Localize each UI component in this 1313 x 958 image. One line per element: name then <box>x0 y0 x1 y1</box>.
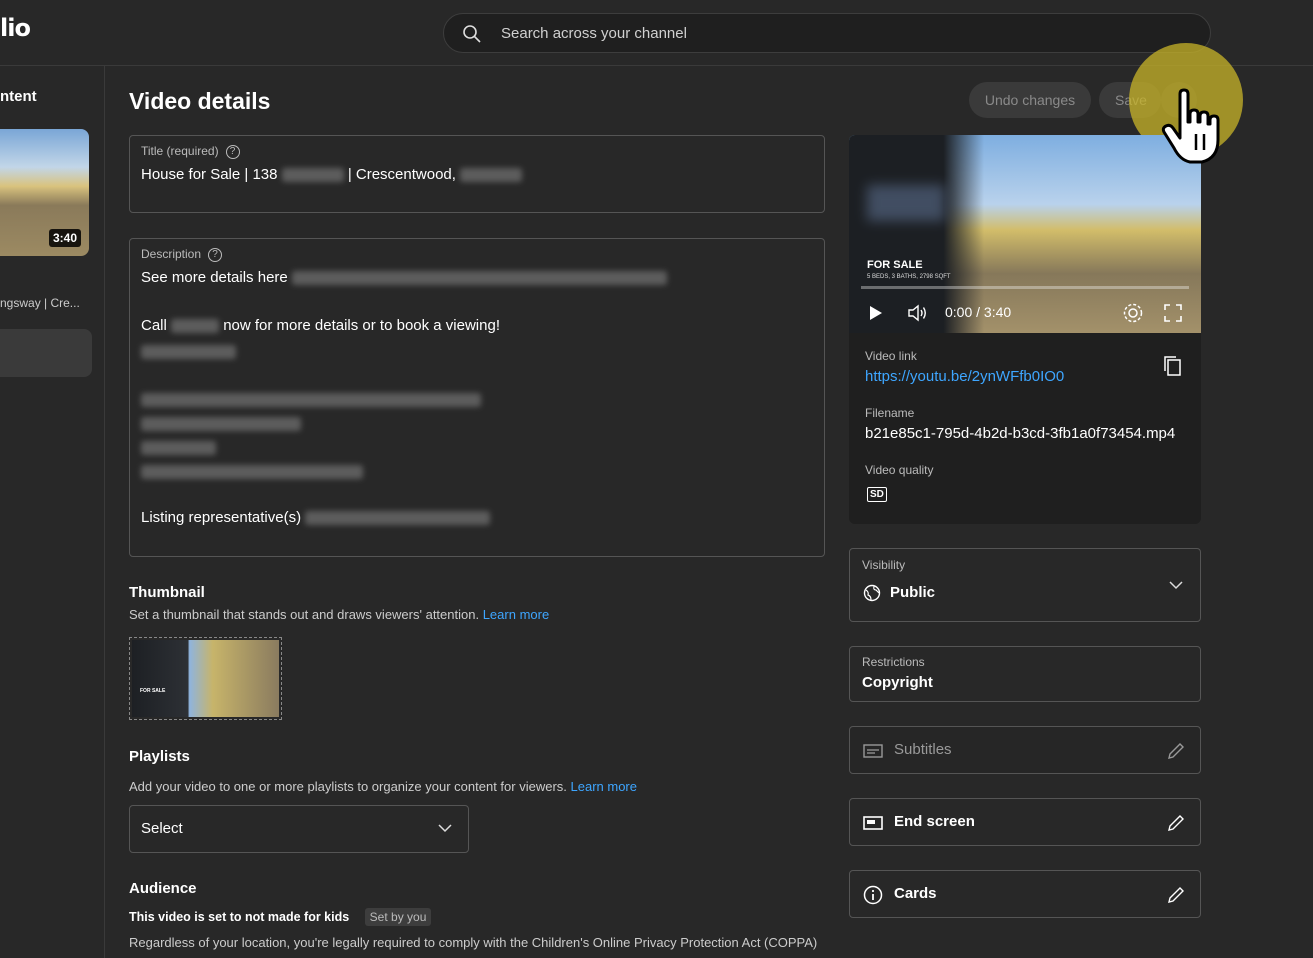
redacted-text <box>141 416 301 431</box>
undo-changes-button[interactable]: Undo changes <box>969 82 1091 118</box>
hand-cursor-icon <box>1161 88 1220 164</box>
redacted-text <box>291 271 667 286</box>
thumbnail-overlay-text: FOR SALE <box>140 688 166 694</box>
thumbnail-option[interactable]: FOR SALE <box>129 637 282 720</box>
set-by-you-badge: Set by you <box>364 908 432 926</box>
filename-label: Filename <box>865 406 915 420</box>
end-screen-card[interactable]: End screen <box>849 798 1201 846</box>
sidebar: ntent 3:40 ngsway | Cre... <box>0 66 105 958</box>
redacted-text <box>141 392 481 407</box>
restrictions-label: Restrictions <box>862 655 925 669</box>
video-link-label: Video link <box>865 349 917 363</box>
description-line-2a: Call <box>141 317 167 334</box>
settings-gear-icon[interactable] <box>1122 302 1144 324</box>
audience-status: This video is set to not made for kids <box>129 910 350 924</box>
audience-heading: Audience <box>129 880 197 897</box>
description-field[interactable]: Description? See more details here Call … <box>129 238 825 557</box>
sidebar-video-thumbnail[interactable]: 3:40 <box>0 129 89 256</box>
video-quality-label: Video quality <box>865 463 934 477</box>
playlists-heading: Playlists <box>129 748 190 765</box>
chevron-down-icon <box>438 824 452 833</box>
visibility-dropdown[interactable]: Visibility Public <box>849 548 1201 622</box>
thumbnail-description: Set a thumbnail that stands out and draw… <box>129 607 480 622</box>
search-bar[interactable]: Search across your channel <box>443 13 1211 53</box>
video-overlay-title: FOR SALE <box>867 259 923 271</box>
video-player[interactable]: FOR SALE 5 BEDS, 3 BATHS, 2798 SQFT 0:00… <box>849 135 1201 333</box>
playlist-select-value: Select <box>141 820 183 837</box>
sidebar-video-title: ngsway | Cre... <box>0 296 80 310</box>
edit-pencil-icon[interactable] <box>1166 741 1186 761</box>
audience-notice: Regardless of your location, you're lega… <box>129 935 818 950</box>
filename-value: b21e85c1-795d-4b2d-b3cd-3fb1a0f73454.mp4 <box>865 425 1176 442</box>
cards-label: Cards <box>894 885 937 902</box>
title-field[interactable]: Title (required)? House for Sale | 138 |… <box>129 135 825 213</box>
redacted-text <box>305 511 491 526</box>
end-screen-icon <box>863 816 883 830</box>
redacted-text <box>460 168 523 183</box>
thumbnail-heading: Thumbnail <box>129 584 205 601</box>
help-icon[interactable]: ? <box>208 247 223 262</box>
fullscreen-icon[interactable] <box>1164 304 1182 322</box>
sd-quality-badge: SD <box>867 487 887 502</box>
redacted-text <box>171 319 220 334</box>
search-icon <box>463 25 481 43</box>
chevron-down-icon <box>1169 581 1183 590</box>
description-label: Description <box>141 247 202 261</box>
edit-pencil-icon[interactable] <box>1166 813 1186 833</box>
sidebar-item-details[interactable] <box>0 329 92 377</box>
title-text-1: House for Sale | 138 <box>141 166 278 183</box>
playlist-select[interactable]: Select <box>129 805 469 853</box>
play-icon[interactable] <box>869 305 883 321</box>
playlists-learn-more-link[interactable]: Learn more <box>571 779 637 794</box>
progress-bar[interactable] <box>861 286 1189 289</box>
subtitles-card[interactable]: Subtitles <box>849 726 1201 774</box>
sidebar-title: ntent <box>0 88 37 105</box>
end-screen-label: End screen <box>894 813 975 830</box>
info-icon <box>863 885 883 905</box>
subtitles-icon <box>863 744 883 758</box>
edit-pencil-icon[interactable] <box>1166 885 1186 905</box>
cards-card[interactable]: Cards <box>849 870 1201 918</box>
redacted-text <box>281 168 344 183</box>
playlists-description: Add your video to one or more playlists … <box>129 779 567 794</box>
title-text-2: | Crescentwood, <box>347 166 456 183</box>
search-input[interactable]: Search across your channel <box>501 25 687 42</box>
description-line-1: See more details here <box>141 269 288 286</box>
visibility-label: Visibility <box>862 558 906 572</box>
redacted-text <box>141 440 216 455</box>
studio-logo[interactable]: lio <box>0 14 31 42</box>
page-title: Video details <box>129 88 271 114</box>
video-time: 0:00 / 3:40 <box>945 304 1012 320</box>
subtitles-label: Subtitles <box>894 741 952 758</box>
video-link[interactable]: https://youtu.be/2ynWFfb0IO0 <box>865 368 1064 385</box>
duration-badge: 3:40 <box>48 229 81 247</box>
video-preview-panel: FOR SALE 5 BEDS, 3 BATHS, 2798 SQFT 0:00… <box>849 135 1201 524</box>
thumbnail-learn-more-link[interactable]: Learn more <box>483 607 549 622</box>
redacted-logo <box>867 185 945 221</box>
restrictions-box[interactable]: Restrictions Copyright <box>849 646 1201 702</box>
title-label: Title (required) <box>141 144 219 158</box>
thumbnail-image: FOR SALE <box>132 640 279 717</box>
title-input[interactable]: House for Sale | 138 | Crescentwood, <box>141 166 523 183</box>
description-line-3: Listing representative(s) <box>141 509 302 526</box>
redacted-text <box>141 464 363 479</box>
restrictions-value: Copyright <box>862 674 933 691</box>
help-icon[interactable]: ? <box>225 144 240 159</box>
globe-icon <box>863 584 881 602</box>
volume-icon[interactable] <box>907 303 929 323</box>
copy-icon[interactable] <box>1164 356 1182 376</box>
description-line-2b: now for more details or to book a viewin… <box>223 317 500 334</box>
visibility-value: Public <box>890 584 936 601</box>
top-bar: lio Search across your channel <box>0 0 1313 66</box>
video-overlay-subtitle: 5 BEDS, 3 BATHS, 2798 SQFT <box>867 274 951 280</box>
redacted-text <box>141 344 236 359</box>
